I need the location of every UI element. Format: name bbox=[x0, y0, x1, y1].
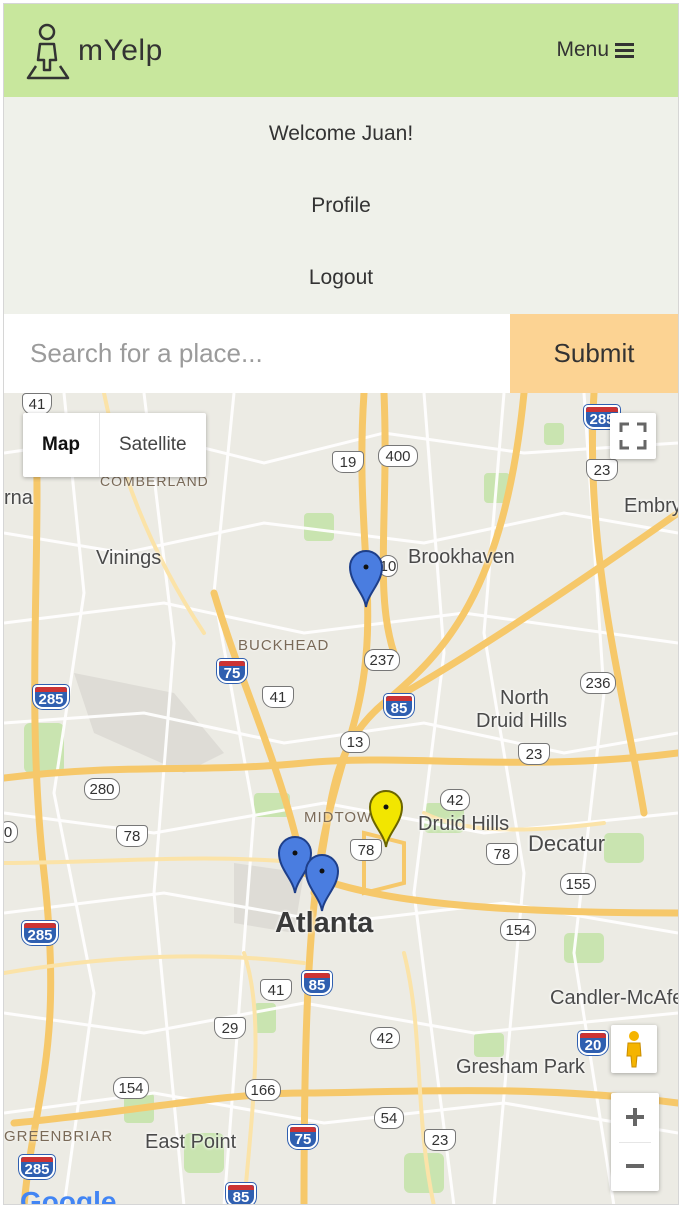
route-shield: 42 bbox=[440, 789, 470, 811]
route-shield: 41 bbox=[260, 979, 292, 1001]
map-label-east-point: East Point bbox=[145, 1131, 237, 1153]
person-on-map-icon bbox=[26, 23, 70, 80]
map-label-brookhaven: Brookhaven bbox=[408, 546, 515, 568]
menu-dropdown: Welcome Juan! Profile Logout bbox=[4, 97, 678, 314]
map-label-embry: Embry bbox=[624, 495, 678, 517]
route-shield: 280 bbox=[84, 778, 120, 800]
brand-link[interactable]: mYelp bbox=[26, 22, 163, 80]
svg-text:Google: Google bbox=[20, 1186, 116, 1205]
map-view[interactable]: Google rna COMBERLAND Embry Vinings Broo… bbox=[4, 393, 678, 1205]
app-frame: mYelp Menu Welcome Juan! Profile Logout … bbox=[3, 3, 679, 1205]
marker-downtown-2[interactable] bbox=[304, 853, 340, 913]
hamburger-icon bbox=[615, 43, 634, 58]
route-shield: 23 bbox=[518, 743, 550, 765]
zoom-control bbox=[611, 1093, 659, 1191]
map-label-north: North bbox=[500, 687, 549, 709]
menu-button[interactable]: Menu bbox=[556, 38, 634, 62]
route-shield: 154 bbox=[500, 919, 536, 941]
welcome-message: Welcome Juan! bbox=[268, 122, 414, 145]
pegman-icon bbox=[626, 1031, 642, 1068]
logout-link[interactable]: Logout bbox=[4, 258, 678, 298]
route-shield: 54 bbox=[374, 1107, 404, 1129]
map-label-gresham-park: Gresham Park bbox=[456, 1056, 585, 1078]
route-shield-interstate: 75 bbox=[217, 659, 247, 683]
map-label-rna: rna bbox=[4, 487, 33, 509]
map-label-druid-hills: Druid Hills bbox=[418, 813, 510, 835]
map-label-decatur: Decatur bbox=[528, 831, 606, 856]
route-shield: 13 bbox=[340, 731, 370, 753]
top-navbar: mYelp Menu bbox=[4, 4, 678, 97]
plus-icon bbox=[626, 1108, 644, 1126]
route-shield-interstate: 85 bbox=[302, 971, 332, 995]
route-shield: 19 bbox=[332, 451, 364, 473]
route-shield-interstate: 285 bbox=[33, 685, 69, 709]
street-view-button[interactable] bbox=[611, 1025, 657, 1073]
brand-name: mYelp bbox=[78, 34, 163, 67]
route-shield: 154 bbox=[113, 1077, 149, 1099]
marker-midtown-east[interactable] bbox=[368, 789, 404, 849]
search-form: Submit bbox=[4, 314, 678, 393]
route-shield-interstate: 285 bbox=[19, 1155, 55, 1179]
map-label-north-druid-hills: Druid Hills bbox=[476, 710, 568, 732]
route-shield: 41 bbox=[22, 393, 52, 415]
map-label-vinings: Vinings bbox=[96, 547, 162, 569]
route-shield-interstate: 75 bbox=[288, 1125, 318, 1149]
map-type-map[interactable]: Map bbox=[23, 413, 100, 477]
route-shield: 23 bbox=[586, 459, 618, 481]
route-shield: 400 bbox=[378, 445, 418, 467]
route-shield-interstate: 20 bbox=[578, 1031, 608, 1055]
route-shield: 29 bbox=[214, 1017, 246, 1039]
route-shield-interstate: 85 bbox=[226, 1183, 256, 1204]
route-shield-interstate: 85 bbox=[384, 694, 414, 718]
map-label-candler: Candler-McAfe bbox=[550, 987, 678, 1009]
menu-label: Menu bbox=[556, 38, 609, 61]
route-shield: 237 bbox=[364, 649, 400, 671]
route-shield: 78 bbox=[486, 843, 518, 865]
marker-brookhaven[interactable] bbox=[348, 549, 384, 609]
route-shield: 236 bbox=[580, 672, 616, 694]
minus-icon bbox=[626, 1164, 644, 1168]
fullscreen-button[interactable] bbox=[610, 413, 656, 459]
route-shield: 155 bbox=[560, 873, 596, 895]
zoom-in-button[interactable] bbox=[611, 1093, 659, 1142]
map-label-buckhead: BUCKHEAD bbox=[238, 637, 330, 654]
zoom-out-button[interactable] bbox=[611, 1142, 659, 1191]
submit-button[interactable]: Submit bbox=[510, 314, 678, 393]
route-shield: 78 bbox=[116, 825, 148, 847]
map-type-control: Map Satellite bbox=[23, 413, 206, 477]
route-shield-interstate: 285 bbox=[22, 921, 58, 945]
map-type-satellite[interactable]: Satellite bbox=[100, 413, 206, 477]
route-shield: 23 bbox=[424, 1129, 456, 1151]
search-input[interactable] bbox=[4, 314, 510, 393]
route-shield: 166 bbox=[245, 1079, 281, 1101]
route-shield: 42 bbox=[370, 1027, 400, 1049]
fullscreen-icon bbox=[619, 422, 647, 450]
profile-link[interactable]: Profile bbox=[4, 186, 678, 226]
map-label-greenbriar: GREENBRIAR bbox=[4, 1128, 114, 1145]
route-shield: 41 bbox=[262, 686, 294, 708]
